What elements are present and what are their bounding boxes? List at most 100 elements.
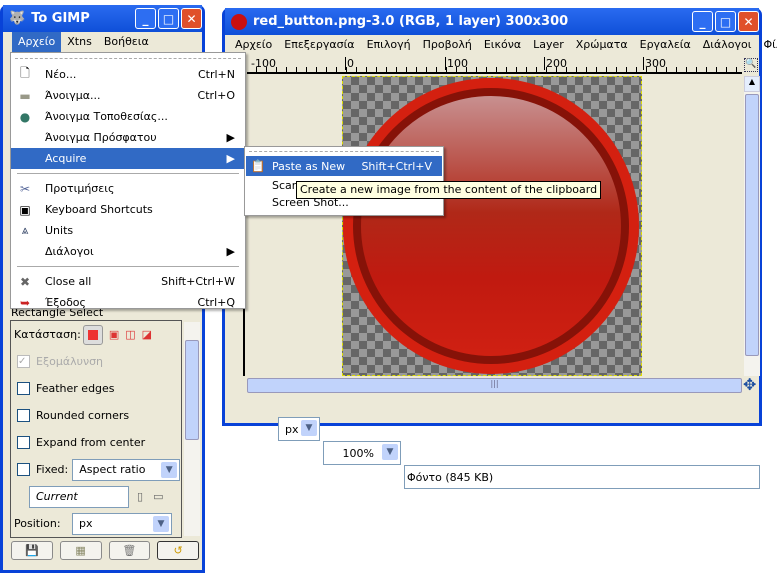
window-title: red_button.png-3.0 (RGB, 1 layer) 300x30… (253, 14, 569, 29)
mode-intersect-button[interactable]: ◪ (142, 328, 152, 341)
menu-select[interactable]: Επιλογή (361, 35, 417, 55)
status-bar: Φόντο (845 KB) (404, 465, 760, 489)
menu-item-paste-as-new[interactable]: 📋 Paste as New Shift+Ctrl+V (246, 156, 442, 176)
menu-help[interactable]: Βοήθεια (98, 32, 155, 52)
menu-tools[interactable]: Εργαλεία (634, 35, 697, 55)
zoom-icon[interactable]: 🔍 (744, 58, 758, 72)
rounded-corners-checkbox[interactable] (17, 409, 30, 422)
globe-icon: ● (19, 109, 31, 124)
minimize-button[interactable]: _ (692, 11, 713, 32)
portrait-icon[interactable]: ▯ (137, 490, 143, 503)
red-button-image (343, 78, 639, 374)
antialias-label: Εξομάλυνση (36, 355, 104, 368)
image-menubar: Αρχείο Επεξεργασία Επιλογή Προβολή Εικόν… (225, 35, 777, 55)
keyboard-icon: ▣ (19, 202, 31, 217)
current-value: Current (36, 490, 78, 503)
chevron-down-icon: ▼ (382, 444, 398, 460)
menu-xtns[interactable]: Xtns (61, 32, 98, 52)
menu-layer[interactable]: Layer (527, 35, 570, 55)
horizontal-ruler: -100 0 100 200 300 (247, 57, 742, 74)
file-menu: 🗋 Νέο... Ctrl+N ▬ Άνοιγμα... Ctrl+O ● Άνοιγμα… (10, 52, 246, 310)
menu-item-acquire[interactable]: Acquire ▶ (11, 148, 245, 169)
mode-subtract-button[interactable]: ◫ (125, 328, 135, 341)
current-field[interactable]: Current (29, 485, 129, 508)
menu-item-keyboard-shortcuts[interactable]: ▣ Keyboard Shortcuts (11, 199, 245, 220)
minimize-button[interactable]: _ (135, 8, 156, 29)
close-button[interactable]: ✕ (181, 8, 202, 29)
unit-select[interactable]: px ▼ (278, 417, 320, 441)
status-text: Φόντο (845 KB) (407, 470, 494, 484)
ruler-label: 200 (544, 57, 567, 70)
menu-item-dialogs[interactable]: Διάλογοι ▶ (11, 241, 245, 262)
ruler-label: 300 (643, 57, 666, 70)
red-button-icon (231, 13, 247, 30)
reset-options-button[interactable]: ↺ (157, 541, 199, 560)
close-button[interactable]: ✕ (738, 11, 759, 32)
toolbox-titlebar[interactable]: 🐺 To GIMP _ □ ✕ (3, 5, 202, 32)
folder-icon: ▬ (19, 88, 31, 103)
menu-filters[interactable]: Φίλτρα (757, 35, 777, 55)
new-file-icon: 🗋 (20, 66, 30, 80)
fixed-select[interactable]: Aspect ratio ▼ (72, 458, 181, 481)
gimp-icon: 🐺 (9, 11, 26, 26)
tearoff[interactable] (15, 58, 241, 59)
restore-options-button[interactable]: ▦ (59, 541, 102, 560)
zoom-value: 100% (342, 446, 374, 460)
close-all-icon: ✖ (19, 274, 31, 289)
submenu-arrow-icon: ▶ (226, 131, 235, 144)
menu-item-units[interactable]: ⩓ Units (11, 220, 245, 241)
image-window-titlebar[interactable]: red_button.png-3.0 (RGB, 1 layer) 300x30… (225, 8, 759, 35)
mode-label: Κατάσταση: (14, 328, 81, 341)
maximize-button[interactable]: □ (715, 11, 736, 32)
menu-colors[interactable]: Χρώματα (570, 35, 634, 55)
position-unit-select[interactable]: px ▼ (72, 512, 172, 535)
expand-center-checkbox[interactable] (17, 436, 30, 449)
chevron-down-icon: ▼ (301, 420, 317, 436)
fixed-value: Aspect ratio (79, 463, 146, 476)
toolbox-menubar: Αρχείο Xtns Βοήθεια (3, 32, 202, 52)
maximize-button[interactable]: □ (158, 8, 179, 29)
vertical-scrollbar[interactable]: ▲ (744, 76, 760, 376)
save-options-button[interactable]: 💾 (11, 541, 53, 560)
menu-item-open-recent[interactable]: Άνοιγμα Πρόσφατου ▶ (11, 127, 245, 148)
menu-item-new[interactable]: 🗋 Νέο... Ctrl+N (11, 64, 245, 85)
landscape-icon[interactable]: ▭ (153, 490, 163, 503)
image-canvas[interactable] (342, 76, 642, 376)
zoom-select[interactable]: 100% ▼ (323, 441, 401, 465)
image-window: red_button.png-3.0 (RGB, 1 layer) 300x30… (222, 8, 777, 489)
mode-add-button[interactable]: ▣ (109, 328, 119, 341)
menu-image[interactable]: Εικόνα (478, 35, 527, 55)
mode-replace-button[interactable] (82, 324, 103, 345)
chevron-down-icon: ▼ (153, 515, 169, 532)
menu-edit[interactable]: Επεξεργασία (278, 35, 360, 55)
tooltip: Create a new image from the content of t… (296, 181, 602, 199)
menu-item-open-location[interactable]: ● Άνοιγμα Τοποθεσίας... (11, 106, 245, 127)
feather-edges-label: Feather edges (36, 382, 115, 395)
toolbox-title: To GIMP (31, 11, 90, 26)
menu-item-quit[interactable]: ➥ Έξοδος Ctrl+Q (11, 292, 245, 313)
paste-icon: 📋 (250, 159, 266, 173)
tool-options-panel: Κατάσταση: ▣ ◫ ◪ ✓ Εξομάλυνση Feather edg… (10, 320, 182, 538)
unit-value: px (285, 422, 299, 436)
options-scrollbar[interactable] (184, 322, 200, 536)
position-unit-value: px (79, 517, 93, 530)
expand-center-label: Expand from center (36, 436, 146, 449)
navigate-icon[interactable]: ✥ (743, 375, 756, 394)
rounded-corners-label: Rounded corners (36, 409, 130, 422)
delete-options-button[interactable]: 🗑 (108, 541, 151, 560)
feather-edges-checkbox[interactable] (17, 382, 30, 395)
menu-item-preferences[interactable]: ✂ Προτιμήσεις (11, 178, 245, 199)
menu-item-close-all[interactable]: ✖ Close all Shift+Ctrl+W (11, 271, 245, 292)
compass-icon: ⩓ (21, 223, 29, 237)
tearoff[interactable] (249, 151, 439, 152)
ruler-label: 0 (345, 57, 354, 70)
menu-item-open[interactable]: ▬ Άνοιγμα... Ctrl+O (11, 85, 245, 106)
horizontal-scrollbar[interactable]: ||| (247, 378, 742, 393)
menu-dialogs[interactable]: Διάλογοι (697, 35, 758, 55)
menu-file[interactable]: Αρχείο (12, 32, 62, 52)
menu-view[interactable]: Προβολή (417, 35, 478, 55)
fixed-checkbox[interactable] (17, 463, 30, 476)
ruler-label: 100 (445, 57, 468, 70)
antialias-checkbox[interactable]: ✓ (17, 355, 30, 368)
exit-icon: ➥ (19, 295, 31, 310)
